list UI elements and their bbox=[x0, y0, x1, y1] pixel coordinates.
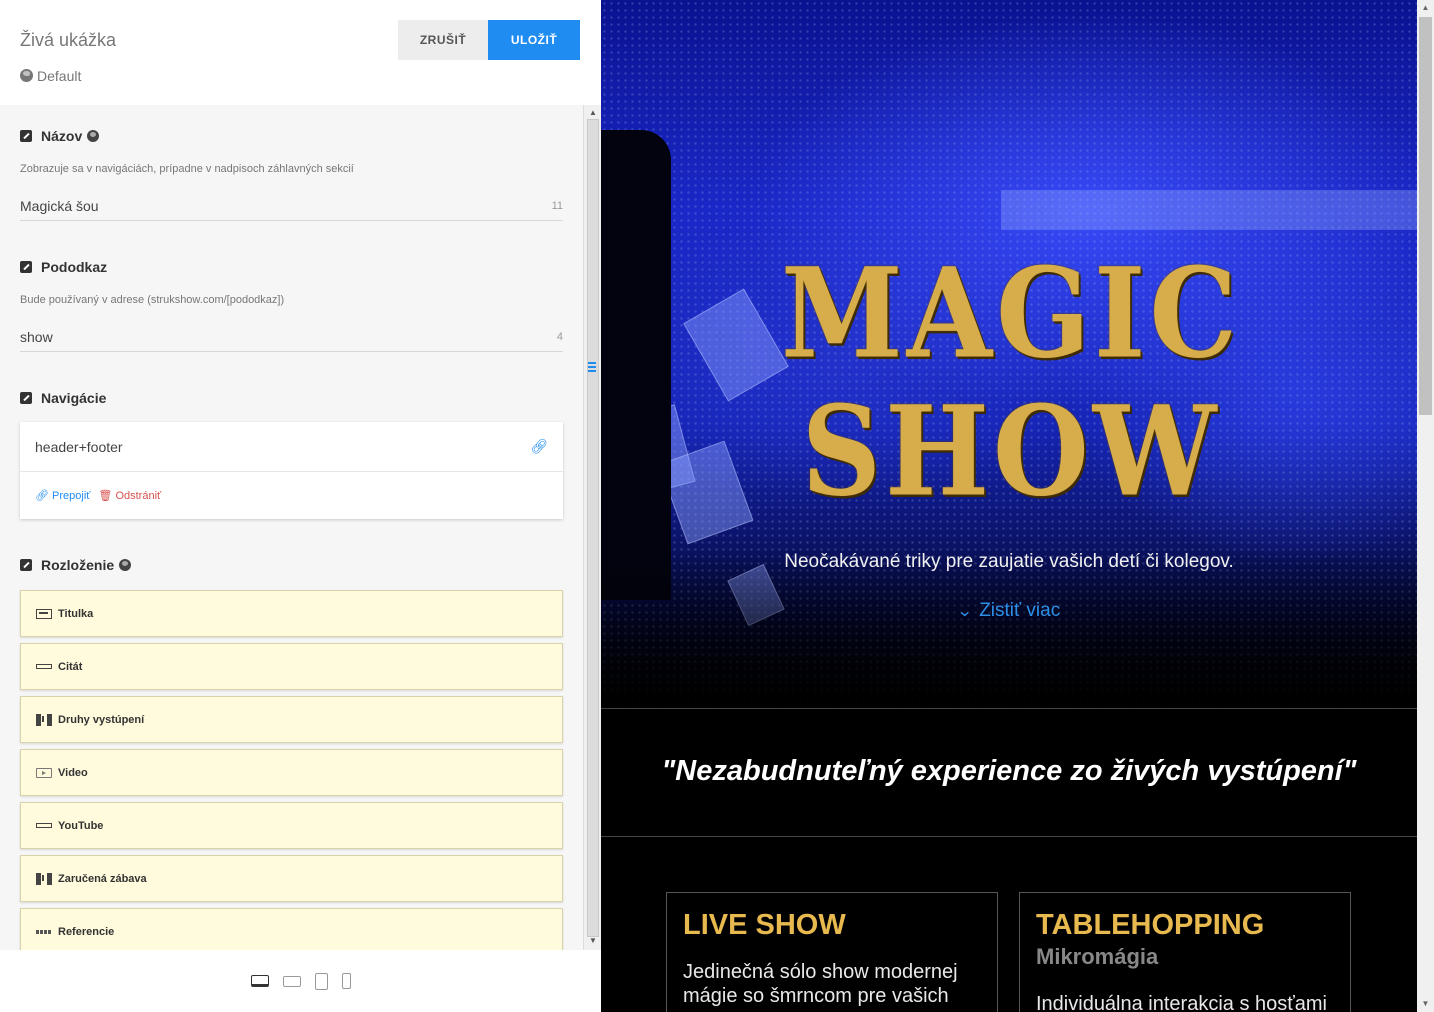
pencil-icon bbox=[20, 392, 32, 404]
subcommand-value: show bbox=[20, 328, 53, 345]
device-switcher bbox=[0, 950, 601, 1012]
layout-label-text: Rozloženie bbox=[41, 557, 115, 573]
name-label-text: Názov bbox=[41, 128, 83, 144]
navigation-actions: 🔗︎ Prepojiť 🗑︎ Odstrániť bbox=[20, 472, 563, 518]
card-text: Jedinečná sólo show modernej mágie so šm… bbox=[683, 961, 958, 1007]
globe-icon bbox=[119, 559, 132, 571]
layout-item-label: YouTube bbox=[58, 819, 104, 832]
chevron-double-down-icon: ⌄ bbox=[956, 603, 973, 620]
subcommand-field[interactable]: show 4 bbox=[20, 322, 563, 352]
navigation-item[interactable]: header+footer 🔗︎ bbox=[20, 422, 563, 472]
scroll-up-icon[interactable]: ▲ bbox=[1417, 0, 1434, 16]
globe-icon bbox=[20, 69, 33, 82]
subcommand-hint: Bude používaný v adrese (strukshow.com/[… bbox=[20, 294, 285, 306]
performance-card-live-show: LIVE SHOW Jedinečná sólo show modernej m… bbox=[666, 892, 998, 1012]
navigation-card: header+footer 🔗︎ 🔗︎ Prepojiť 🗑︎ Odstráni… bbox=[20, 422, 563, 519]
layout-item-label: Referencie bbox=[58, 925, 115, 938]
globe-icon bbox=[87, 130, 100, 142]
layout-item-label: Zaručená zábava bbox=[58, 872, 147, 885]
layout-item-youtube[interactable]: YouTube bbox=[20, 802, 563, 849]
layout-item-titulka[interactable]: Titulka bbox=[20, 590, 563, 637]
relink-label: Prepojiť bbox=[52, 489, 91, 502]
subcommand-label-text: Pododkaz bbox=[41, 259, 108, 275]
preview-scrollbar[interactable]: ▲ ▼ bbox=[1417, 0, 1434, 1012]
editor-header: Živá ukážka Default ZRUŠIŤ ULOŽIŤ bbox=[0, 0, 601, 105]
editor-form: Názov Zobrazuje sa v navigáciách, prípad… bbox=[0, 105, 583, 950]
subcommand-char-count: 4 bbox=[556, 330, 563, 343]
desktop-icon[interactable] bbox=[250, 975, 269, 987]
name-field[interactable]: Magická šou 11 bbox=[20, 191, 563, 221]
learn-more-label: Zistiť viac bbox=[979, 600, 1061, 621]
laptop-icon[interactable] bbox=[282, 975, 301, 987]
name-char-count: 11 bbox=[551, 199, 563, 212]
pencil-icon bbox=[20, 559, 32, 571]
remove-link[interactable]: 🗑︎ Odstrániť bbox=[98, 489, 161, 502]
columns-section-icon bbox=[36, 872, 52, 885]
learn-more-link[interactable]: ⌄ Zistiť viac bbox=[601, 600, 1417, 622]
name-hint: Zobrazuje sa v navigáciách, prípadne v n… bbox=[20, 163, 354, 175]
cancel-button[interactable]: ZRUŠIŤ bbox=[398, 20, 488, 60]
tablet-icon[interactable] bbox=[314, 972, 328, 990]
theme-selector[interactable]: Default bbox=[20, 68, 81, 84]
quote-section-icon bbox=[36, 823, 52, 828]
magician-silhouette bbox=[601, 130, 671, 600]
editor-scrollbar[interactable]: ▲ ▼ bbox=[583, 105, 601, 950]
link-icon[interactable]: 🔗︎ bbox=[530, 438, 548, 455]
hero-subtitle: Neočakávané triky pre zaujatie vašich de… bbox=[784, 551, 1234, 572]
scroll-down-icon[interactable]: ▼ bbox=[1417, 996, 1434, 1012]
relink-link[interactable]: 🔗︎ Prepojiť bbox=[35, 489, 90, 502]
remove-label: Odstrániť bbox=[115, 489, 162, 502]
page-title: Živá ukážka bbox=[20, 30, 117, 50]
quote-section: "Nezabudnuteľný experience zo živých vys… bbox=[601, 708, 1417, 837]
layout-item-citat[interactable]: Citát bbox=[20, 643, 563, 690]
navigation-value: header+footer bbox=[35, 438, 123, 455]
references-section-icon bbox=[36, 929, 52, 934]
layout-item-referencie[interactable]: Referencie bbox=[20, 908, 563, 950]
hero-title-line2: SHOW bbox=[801, 379, 1221, 524]
hero-section-icon bbox=[36, 608, 52, 619]
resize-handle[interactable] bbox=[588, 362, 596, 372]
video-section-icon bbox=[36, 767, 52, 778]
layout-item-video[interactable]: Video bbox=[20, 749, 563, 796]
layout-item-label: Druhy vystúpení bbox=[58, 713, 145, 726]
hero-title-line1: MAGIC bbox=[781, 241, 1242, 386]
scrollbar-thumb[interactable] bbox=[1419, 17, 1432, 415]
name-section-label: Názov bbox=[20, 128, 100, 144]
theme-label: Default bbox=[37, 68, 82, 84]
layout-item-label: Video bbox=[58, 766, 88, 779]
columns-section-icon bbox=[36, 713, 52, 726]
performance-card-tablehopping: TABLEHOPPING Mikromágia Individuálna int… bbox=[1019, 892, 1351, 1012]
phone-icon[interactable] bbox=[341, 973, 351, 989]
hero-section: MAGIC SHOW Neočakávané triky pre zaujati… bbox=[601, 0, 1417, 708]
card-title: LIVE SHOW bbox=[683, 909, 846, 941]
hero-background-detail bbox=[1001, 190, 1417, 230]
card-text: Individuálna interakcia s hosťami bbox=[1036, 993, 1327, 1012]
hero-title: MAGIC SHOW bbox=[781, 241, 1241, 523]
live-preview: MAGIC SHOW Neočakávané triky pre zaujati… bbox=[601, 0, 1434, 1012]
subcommand-section-label: Pododkaz bbox=[20, 259, 107, 275]
navigation-label-text: Navigácie bbox=[41, 390, 107, 406]
scroll-up-icon[interactable]: ▲ bbox=[587, 107, 599, 119]
layout-item-label: Titulka bbox=[58, 607, 94, 620]
layout-item-label: Citát bbox=[58, 660, 83, 673]
pencil-icon bbox=[20, 130, 32, 142]
layout-item-druhy-vystupeni[interactable]: Druhy vystúpení bbox=[20, 696, 563, 743]
navigation-section-label: Navigácie bbox=[20, 390, 106, 406]
name-value: Magická šou bbox=[20, 197, 99, 214]
layout-section-label: Rozloženie bbox=[20, 557, 132, 573]
card-title: TABLEHOPPING bbox=[1036, 909, 1265, 941]
scrollbar-thumb[interactable] bbox=[587, 119, 599, 937]
quote-text: "Nezabudnuteľný experience zo živých vys… bbox=[661, 755, 1357, 787]
card-subtitle: Mikromágia bbox=[1036, 944, 1159, 969]
layout-item-zarucena-zabava[interactable]: Zaručená zábava bbox=[20, 855, 563, 902]
pencil-icon bbox=[20, 261, 32, 273]
save-button[interactable]: ULOŽIŤ bbox=[488, 20, 580, 60]
scroll-down-icon[interactable]: ▼ bbox=[587, 935, 599, 947]
editor-panel: Živá ukážka Default ZRUŠIŤ ULOŽIŤ Názov … bbox=[0, 0, 601, 1012]
quote-section-icon bbox=[36, 664, 52, 669]
